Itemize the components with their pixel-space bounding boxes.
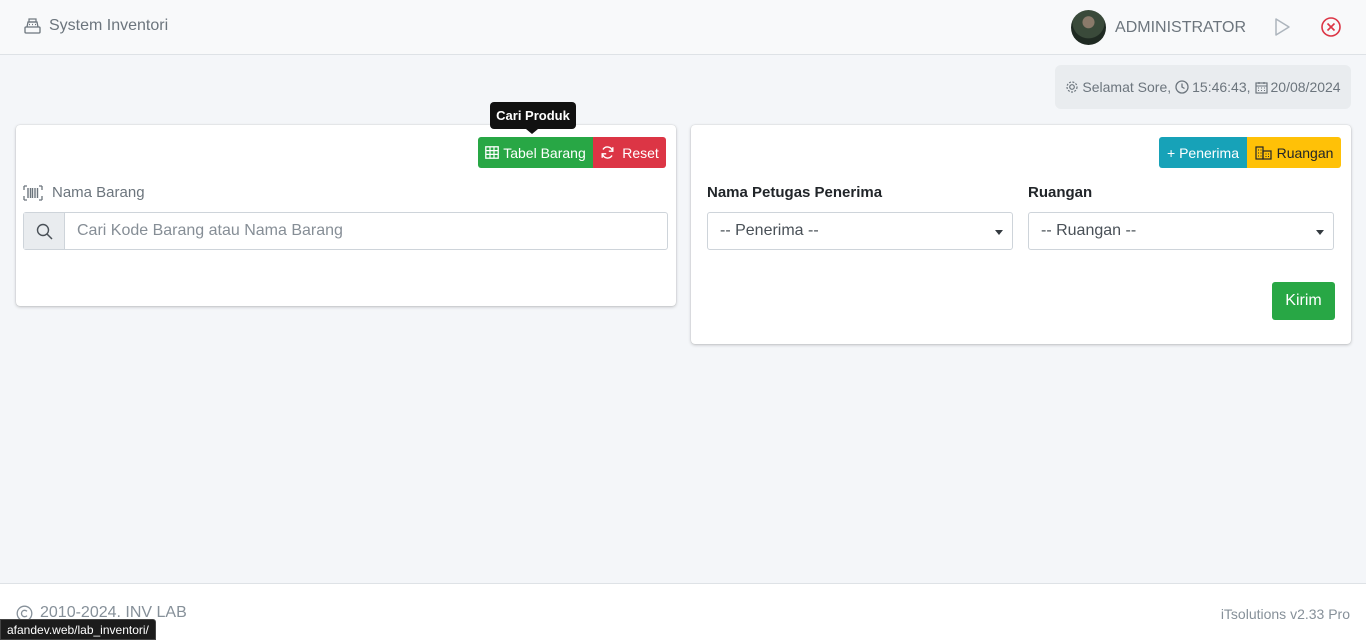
ruangan-label: Ruangan bbox=[1028, 184, 1093, 201]
user-name: ADMINISTRATOR bbox=[1115, 18, 1246, 36]
table-icon bbox=[485, 146, 500, 159]
ruangan-button[interactable]: Ruangan bbox=[1247, 137, 1341, 168]
search-icon bbox=[36, 223, 53, 240]
caret-down-icon bbox=[1316, 230, 1324, 235]
ruangan-select[interactable]: -- Ruangan -- bbox=[1028, 212, 1334, 250]
clock-icon bbox=[1175, 80, 1189, 94]
brand-title: System Inventori bbox=[49, 17, 169, 34]
tooltip-cari-produk: Cari Produk bbox=[490, 102, 576, 134]
greeting-box: Selamat Sore, 15:46:43, 20/08/2024 bbox=[1055, 65, 1351, 109]
kirim-label: Kirim bbox=[1285, 292, 1322, 309]
search-addon bbox=[24, 213, 65, 249]
petugas-label: Nama Petugas Penerima bbox=[707, 184, 883, 201]
close-circle-icon[interactable] bbox=[1320, 16, 1342, 38]
caret-down-icon bbox=[995, 230, 1003, 235]
product-search-group bbox=[23, 212, 668, 250]
barcode-icon bbox=[23, 184, 43, 201]
kirim-button[interactable]: Kirim bbox=[1272, 282, 1335, 320]
ruangan-button-label: Ruangan bbox=[1276, 144, 1334, 161]
user-menu[interactable]: ADMINISTRATOR bbox=[1071, 10, 1246, 45]
avatar bbox=[1071, 10, 1107, 45]
tabel-barang-label: Tabel Barang bbox=[503, 144, 586, 161]
play-icon[interactable] bbox=[1271, 16, 1293, 38]
add-penerima-button[interactable]: + Penerima bbox=[1159, 137, 1247, 168]
search-input[interactable] bbox=[65, 213, 667, 249]
refresh-icon bbox=[601, 146, 614, 159]
reset-button[interactable]: Reset bbox=[593, 137, 666, 168]
tabel-barang-button[interactable]: Tabel Barang bbox=[478, 137, 593, 168]
greeting-text: Selamat Sore, bbox=[1082, 79, 1172, 95]
add-penerima-label: + Penerima bbox=[1167, 144, 1239, 161]
building-icon bbox=[1254, 145, 1272, 160]
penerima-selected-value: -- Penerima -- bbox=[720, 222, 819, 239]
ruangan-selected-value: -- Ruangan -- bbox=[1041, 222, 1137, 239]
reset-label: Reset bbox=[622, 144, 659, 161]
nama-barang-text: Nama Barang bbox=[52, 184, 145, 201]
browser-status-url: afandev.web/lab_inventori/ bbox=[0, 619, 156, 640]
page-footer: 2010-2024. INV LAB iTsolutions v2.33 Pro bbox=[0, 583, 1366, 640]
greeting-date: 20/08/2024 bbox=[1270, 79, 1341, 95]
calendar-icon bbox=[1254, 81, 1268, 94]
cash-register-icon bbox=[24, 18, 41, 34]
gear-icon bbox=[1066, 81, 1079, 93]
brand-link[interactable]: System Inventori bbox=[24, 17, 168, 35]
version-text: iTsolutions v2.33 Pro bbox=[1220, 606, 1350, 622]
nama-barang-label: Nama Barang bbox=[23, 184, 145, 201]
top-navbar: System Inventori ADMINISTRATOR bbox=[0, 0, 1366, 55]
greeting-time: 15:46:43, bbox=[1192, 79, 1251, 95]
penerima-select[interactable]: -- Penerima -- bbox=[707, 212, 1013, 250]
